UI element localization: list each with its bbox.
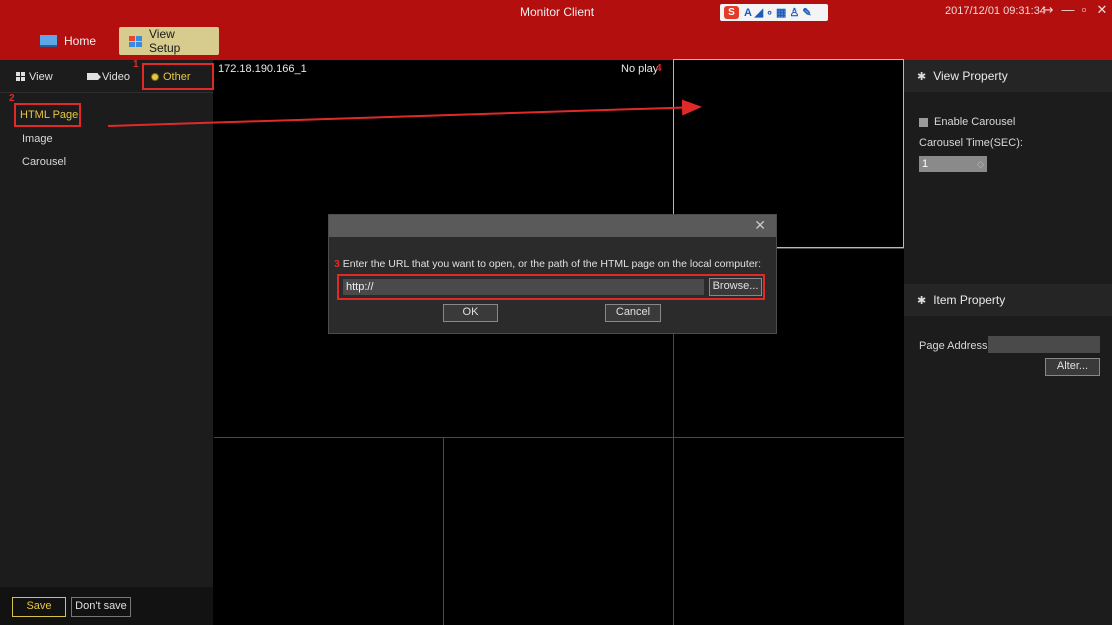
- tab-view-setup-label: View Setup: [149, 27, 181, 55]
- ime-logo-icon: S: [724, 6, 739, 19]
- tab-home[interactable]: Home: [30, 27, 106, 55]
- dialog-prompt-text: Enter the URL that you want to open, or …: [342, 258, 762, 270]
- cancel-button[interactable]: Cancel: [605, 304, 661, 322]
- dialog-prompt: 3 Enter the URL that you want to open, o…: [334, 258, 761, 270]
- step-marker-3: 3: [334, 258, 340, 270]
- carousel-time-label: Carousel Time(SEC):: [919, 137, 1023, 149]
- tab-view-setup[interactable]: View Setup: [119, 27, 219, 55]
- divider: [0, 92, 213, 93]
- page-address-label: Page Address:: [919, 340, 991, 352]
- view-property-title: View Property: [933, 69, 1008, 83]
- tab-view-label: View: [29, 70, 53, 83]
- left-tab-bar: View Video Other 1: [0, 59, 214, 92]
- app-title: Monitor Client: [520, 5, 595, 19]
- alter-button[interactable]: Alter...: [1045, 358, 1100, 376]
- save-button[interactable]: Save: [12, 597, 66, 617]
- left-panel: View Video Other 1 2 HTML Page Image Car…: [0, 59, 214, 625]
- left-footer: Save Don't save: [0, 587, 213, 625]
- camera-icon: [87, 73, 101, 80]
- carousel-time-stepper[interactable]: 1 ◇: [919, 156, 987, 172]
- grid-divider: [443, 437, 444, 625]
- step-marker-1: 1: [133, 59, 139, 70]
- tab-video-label: Video: [102, 70, 130, 83]
- url-row: Browse...: [337, 274, 765, 300]
- tab-view[interactable]: View: [16, 63, 53, 90]
- gear-icon: ✱: [917, 70, 927, 83]
- logout-icon[interactable]: ↪: [1040, 2, 1056, 18]
- dont-save-button[interactable]: Don't save: [71, 597, 131, 617]
- spinner-icon[interactable]: ◇: [977, 156, 984, 172]
- url-dialog: ✕ 3 Enter the URL that you want to open,…: [328, 214, 777, 334]
- tab-other-label: Other: [163, 70, 191, 83]
- video-grid[interactable]: 172.18.190.166_1 No play 4: [214, 59, 904, 625]
- enable-carousel-checkbox[interactable]: Enable Carousel: [919, 116, 1015, 128]
- tab-video[interactable]: Video: [87, 63, 130, 90]
- title-bar: Monitor Client S A ◢ ∘ ▦ ♙ ✎ 2017/12/01 …: [0, 0, 1112, 60]
- ime-toolbar[interactable]: S A ◢ ∘ ▦ ♙ ✎: [720, 4, 828, 21]
- step-marker-4: 4: [656, 63, 662, 74]
- right-panel: ✱ View Property Enable Carousel Carousel…: [904, 60, 1112, 625]
- ime-toolbar-icons: A ◢ ∘ ▦ ♙ ✎: [744, 7, 812, 19]
- item-property-header: ✱ Item Property: [904, 284, 1112, 316]
- grid-divider: [214, 437, 904, 438]
- enable-carousel-label: Enable Carousel: [934, 116, 1016, 128]
- view-property-header: ✱ View Property: [904, 60, 1112, 92]
- list-item-image[interactable]: Image: [22, 133, 53, 145]
- url-input[interactable]: [343, 279, 704, 295]
- tab-other[interactable]: Other: [142, 63, 214, 90]
- tab-home-label: Home: [64, 34, 97, 48]
- browse-button[interactable]: Browse...: [709, 278, 762, 296]
- view-grid-icon: [16, 72, 25, 81]
- list-item-html-page[interactable]: HTML Page: [14, 103, 81, 127]
- checkbox-icon: [919, 117, 928, 127]
- carousel-time-value: 1: [922, 158, 929, 170]
- play-status: No play: [621, 63, 659, 75]
- monitor-icon: [40, 35, 57, 47]
- close-icon[interactable]: ✕: [754, 217, 766, 234]
- item-property-title: Item Property: [933, 293, 1006, 307]
- view-grid-icon: [129, 35, 142, 47]
- minimize-button[interactable]: —: [1060, 2, 1076, 17]
- gear-icon: ✱: [917, 294, 927, 307]
- other-dot-icon: [151, 72, 159, 81]
- close-button[interactable]: ✕: [1094, 2, 1110, 18]
- page-address-input[interactable]: [988, 336, 1100, 353]
- restore-button[interactable]: ▫: [1076, 2, 1092, 17]
- channel-label: 172.18.190.166_1: [218, 63, 307, 75]
- ok-button[interactable]: OK: [443, 304, 498, 322]
- list-item-carousel[interactable]: Carousel: [22, 156, 66, 168]
- datetime-display: 2017/12/01 09:31:34: [945, 5, 1046, 17]
- dialog-header: ✕: [329, 215, 776, 237]
